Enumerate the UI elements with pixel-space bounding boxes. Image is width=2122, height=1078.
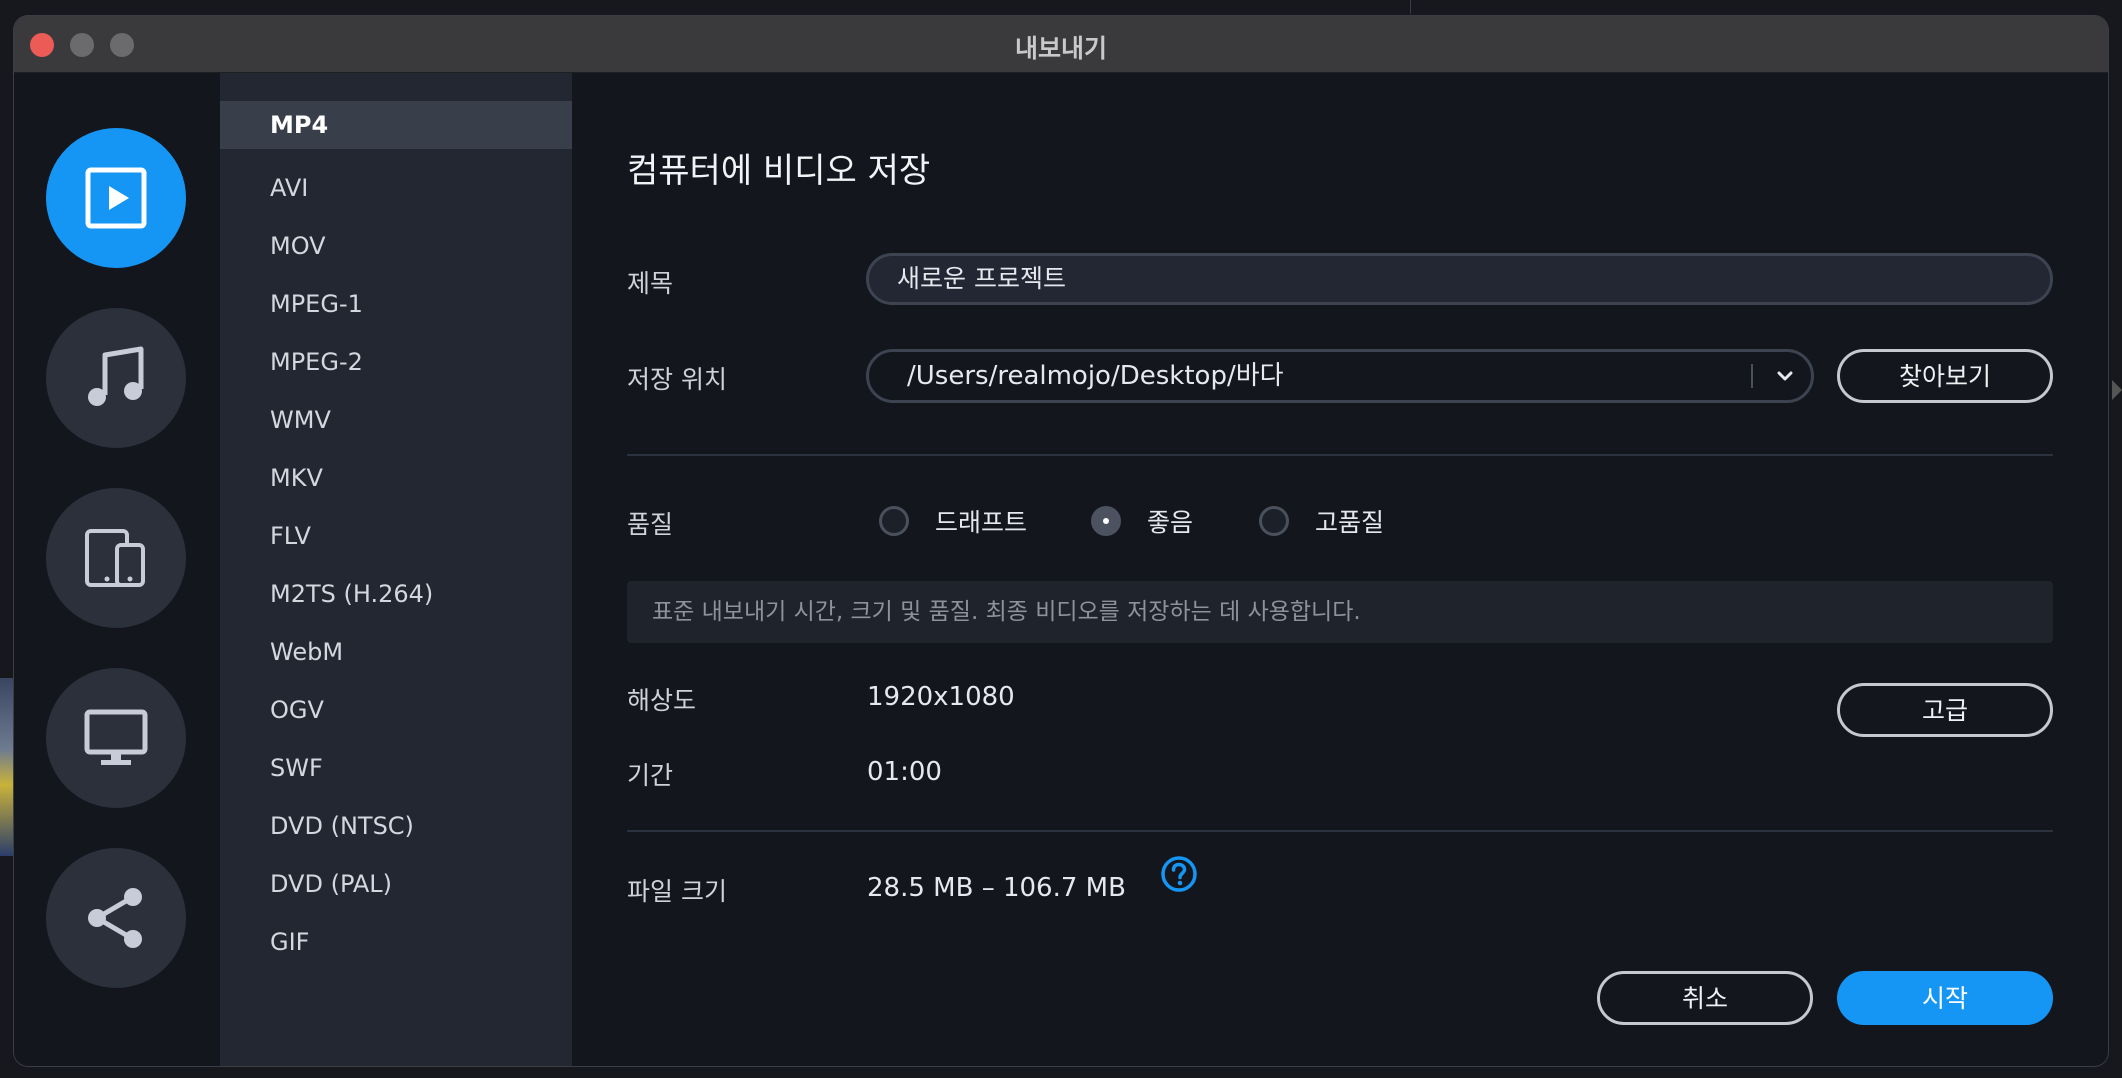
music-note-icon [88, 346, 144, 406]
monitor-icon [84, 709, 148, 765]
location-label: 저장 위치 [627, 365, 727, 394]
rail-item-share[interactable] [46, 848, 186, 988]
format-item[interactable]: WMV [220, 391, 572, 449]
title-input[interactable]: 새로운 프로젝트 [866, 253, 2053, 305]
format-item[interactable]: FLV [220, 507, 572, 565]
window-title: 내보내기 [1014, 34, 1107, 63]
devices-icon [85, 529, 145, 587]
format-item[interactable]: SWF [220, 739, 572, 797]
help-icon[interactable] [1160, 855, 1198, 893]
resolution-label: 해상도 [627, 686, 697, 715]
background-divider [1410, 0, 1411, 14]
format-item[interactable]: MPEG-2 [220, 333, 572, 391]
radio-label: 고품질 [1315, 508, 1385, 537]
format-item[interactable]: MOV [220, 217, 572, 275]
filesize-label: 파일 크기 [627, 877, 727, 906]
format-list: MP4 AVI MOV MPEG-1 MPEG-2 WMV MKV FLV M2… [220, 73, 572, 1066]
play-screen-icon [85, 167, 147, 229]
quality-label: 품질 [627, 510, 674, 539]
location-value: /Users/realmojo/Desktop/바다 [907, 361, 1284, 391]
background-arrow-icon [2112, 380, 2122, 400]
format-item[interactable]: WebM [220, 623, 572, 681]
radio-button[interactable] [1259, 506, 1289, 536]
format-item[interactable]: MKV [220, 449, 572, 507]
radio-label: 좋음 [1147, 508, 1194, 537]
format-item[interactable]: DVD (NTSC) [220, 797, 572, 855]
radio-button[interactable] [879, 506, 909, 536]
start-button[interactable]: 시작 [1837, 971, 2053, 1025]
advanced-button[interactable]: 고급 [1837, 683, 2053, 737]
chevron-down-icon[interactable] [1775, 366, 1795, 386]
title-label: 제목 [627, 269, 674, 298]
select-separator [1751, 364, 1753, 388]
format-item[interactable]: MP4 [220, 101, 572, 149]
location-select[interactable]: /Users/realmojo/Desktop/바다 [866, 349, 1814, 403]
cancel-button[interactable]: 취소 [1597, 971, 1813, 1025]
quality-description: 표준 내보내기 시간, 크기 및 품질. 최종 비디오를 저장하는 데 사용합니… [627, 581, 2053, 643]
duration-label: 기간 [627, 761, 674, 790]
quality-option-good[interactable]: 좋음 [1091, 503, 1193, 539]
rail-item-tv[interactable] [46, 668, 186, 808]
format-item[interactable]: AVI [220, 159, 572, 217]
format-item[interactable]: M2TS (H.264) [220, 565, 572, 623]
section-title: 컴퓨터에 비디오 저장 [627, 151, 931, 191]
resolution-value: 1920x1080 [867, 682, 1015, 712]
duration-value: 01:00 [867, 757, 942, 787]
quality-option-draft[interactable]: 드래프트 [879, 503, 1027, 539]
browse-button[interactable]: 찾아보기 [1837, 349, 2053, 403]
export-dialog: 내보내기 MP4 AVI MOV MPEG-1 MPEG-2 WMV MKV F… [14, 16, 2108, 1066]
share-icon [88, 888, 142, 948]
format-item[interactable]: DVD (PAL) [220, 855, 572, 913]
divider [627, 454, 2053, 456]
category-rail [14, 73, 220, 1066]
titlebar: 내보내기 [14, 16, 2108, 73]
quality-option-high[interactable]: 고품질 [1259, 503, 1384, 539]
rail-item-devices[interactable] [46, 488, 186, 628]
filesize-value: 28.5 MB – 106.7 MB [867, 873, 1126, 903]
format-item[interactable]: GIF [220, 913, 572, 971]
rail-item-audio[interactable] [46, 308, 186, 448]
radio-label: 드래프트 [935, 508, 1028, 537]
settings-panel: 컴퓨터에 비디오 저장 제목 새로운 프로젝트 저장 위치 /Users/rea… [572, 73, 2108, 1066]
format-item[interactable]: OGV [220, 681, 572, 739]
radio-button[interactable] [1091, 506, 1121, 536]
format-item[interactable]: MPEG-1 [220, 275, 572, 333]
rail-item-video[interactable] [46, 128, 186, 268]
divider [627, 830, 2053, 832]
